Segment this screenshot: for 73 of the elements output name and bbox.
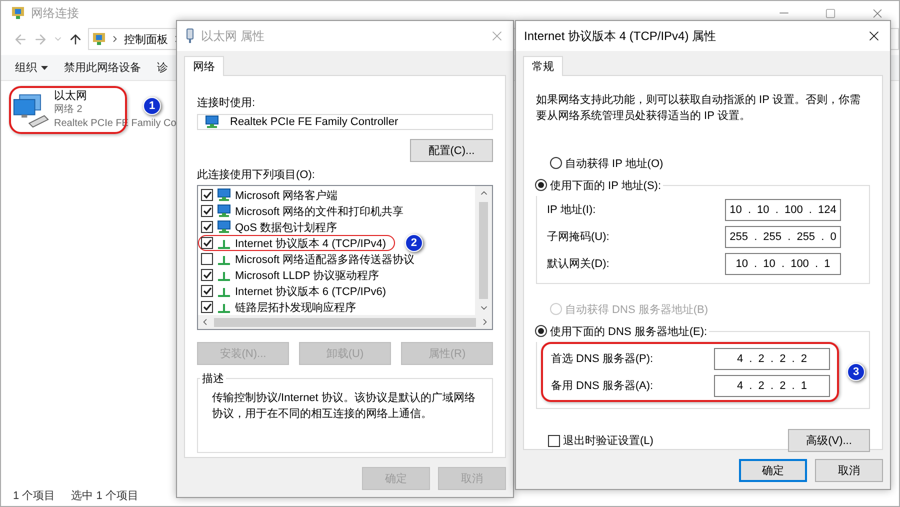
ip-address-field[interactable]: 4 . 2 . 2 . 1 (714, 374, 830, 396)
step-badge: 2 (404, 234, 423, 252)
caret-icon (41, 66, 48, 70)
monitor-icon (216, 204, 232, 218)
dialog-title: Internet 协议版本 4 (TCP/IPv4) 属性 (524, 28, 718, 44)
checkbox[interactable] (201, 301, 213, 313)
list-item-label[interactable]: 链路层拓扑发现响应程序 (235, 300, 356, 314)
checkbox[interactable] (201, 253, 213, 265)
intro-text: 如果网络支持此功能，则可以获取自动指派的 IP 设置。否则，你需要从网络系统管理员处获得适当的 IP 设置。 (536, 93, 862, 124)
radio-button[interactable] (535, 179, 547, 191)
checkbox-label: 退出时验证设置(L) (563, 434, 654, 448)
maximize-icon[interactable] (825, 8, 836, 18)
checkbox[interactable] (201, 221, 213, 233)
status-text: 选中 1 个项目 (71, 488, 138, 502)
status-text: 1 个项目 (13, 488, 56, 502)
ip-address-field[interactable]: 255 . 255 . 255 . 0 (725, 226, 841, 248)
advanced-button[interactable]: 高级(V)... (788, 429, 870, 452)
step-badge: 3 (847, 363, 865, 381)
list-item-label[interactable]: Internet 协议版本 4 (TCP/IPv4) (235, 236, 386, 250)
connection-name[interactable]: 以太网 (54, 89, 87, 103)
ip-address-field[interactable]: 10 . 10 . 100 . 1 (725, 252, 841, 274)
checkbox[interactable] (201, 285, 213, 297)
radio-label: 自动获得 DNS 服务器地址(B) (565, 302, 708, 316)
tab[interactable]: 网络 (184, 56, 224, 76)
field-label: 子网掩码(U): (547, 230, 610, 244)
checkbox[interactable] (201, 269, 213, 281)
radio-button[interactable] (550, 157, 562, 169)
breadcrumb-item[interactable]: 控制面板 (124, 32, 168, 46)
list-item-label[interactable]: Microsoft 网络客户端 (235, 188, 338, 202)
dialog-button[interactable]: 取消 (815, 459, 883, 482)
field-label: 首选 DNS 服务器(P): (551, 352, 654, 366)
description-text: 传输控制协议/Internet 协议。该协议是默认的广域网络协议，用于在不同的相互连接的网络上通信。 (212, 390, 476, 422)
monitor-icon (216, 188, 232, 202)
ip-address-field[interactable]: 4 . 2 . 2 . 2 (714, 348, 830, 370)
checkbox[interactable] (201, 237, 213, 249)
adapter-name: Realtek PCIe FE Family Controller (230, 115, 398, 129)
network-adapter-icon (204, 115, 220, 129)
plug-icon (185, 28, 195, 44)
field-label: 默认网关(D): (547, 256, 610, 270)
network-icon (92, 32, 106, 46)
monitor-icon (216, 220, 232, 234)
ip-address-field[interactable]: 10 . 10 . 100 . 124 (725, 198, 841, 220)
tab[interactable]: 常规 (523, 56, 563, 76)
field-label: 连接时使用: (197, 96, 256, 110)
list-item-label[interactable]: Microsoft 网络适配器多路传送器协议 (235, 252, 415, 266)
command-button[interactable]: 组织 (15, 60, 48, 75)
checkbox[interactable] (548, 434, 560, 446)
radio-button[interactable] (535, 325, 547, 337)
dialog-button[interactable]: 确定 (739, 459, 807, 482)
checkbox[interactable] (201, 205, 213, 217)
checkbox[interactable] (201, 189, 213, 201)
list-item-label[interactable]: Microsoft 网络的文件和打印机共享 (235, 204, 404, 218)
radio-label: 使用下面的 IP 地址(S): (550, 178, 662, 192)
command-button[interactable]: 诊 (157, 60, 168, 75)
radio-label: 使用下面的 DNS 服务器地址(E): (550, 324, 708, 338)
step-badge: 1 (143, 97, 161, 115)
field-label: 备用 DNS 服务器(A): (551, 378, 654, 392)
radio-label: 自动获得 IP 地址(O) (565, 156, 664, 170)
field-label: IP 地址(I): (547, 202, 596, 216)
group-title: 描述 (201, 372, 225, 386)
connection-network: 网络 2 (54, 103, 82, 117)
network-icon (11, 6, 25, 20)
configure-button[interactable]: 配置(C)... (410, 139, 493, 162)
list-item-label[interactable]: QoS 数据包计划程序 (235, 220, 338, 234)
horizontal-scrollbar[interactable] (198, 315, 492, 329)
dialog-title: 以太网 属性 (201, 28, 266, 44)
list-item-label[interactable]: Microsoft LLDP 协议驱动程序 (235, 268, 380, 282)
command-button[interactable]: 禁用此网络设备 (64, 60, 141, 75)
up-icon[interactable] (68, 32, 83, 46)
window-title: 网络连接 (31, 4, 80, 22)
field-label: 此连接使用下列项目(O): (197, 168, 316, 182)
list-item-label[interactable]: Internet 协议版本 6 (TCP/IPv6) (235, 284, 386, 298)
vertical-scrollbar[interactable] (475, 186, 492, 315)
